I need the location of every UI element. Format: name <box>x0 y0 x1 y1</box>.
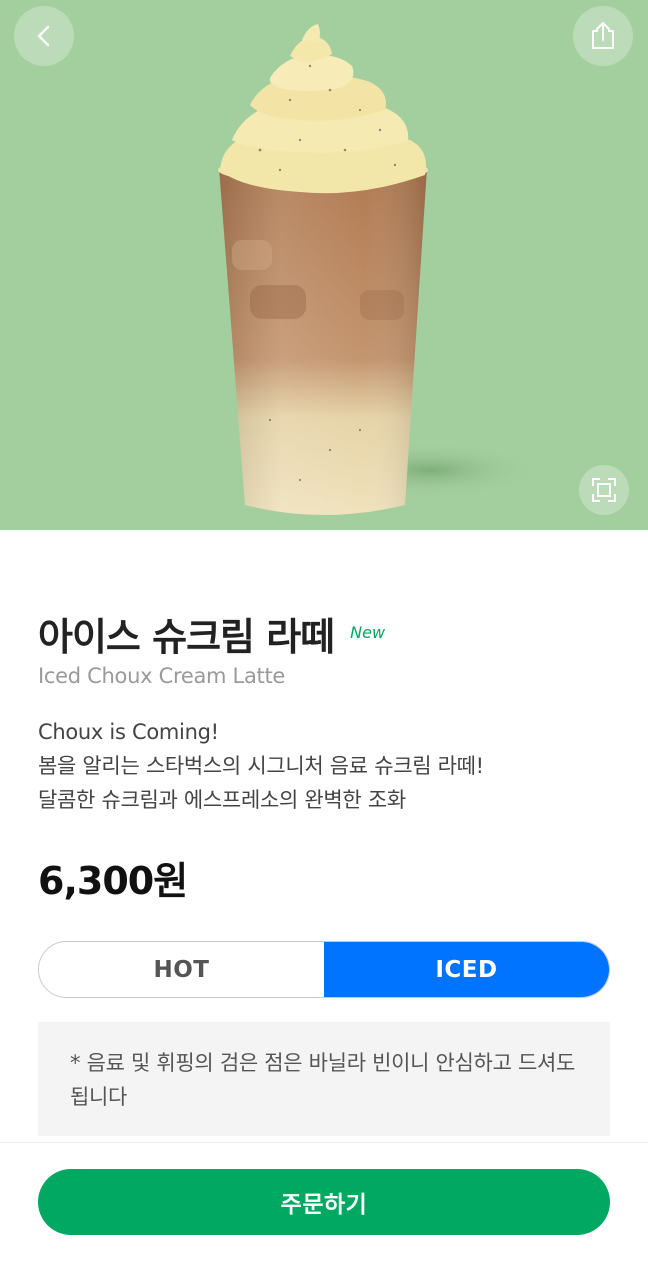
product-title-row: 아이스 슈크림 라떼 New <box>38 606 385 661</box>
divider <box>0 1142 648 1143</box>
new-badge: New <box>350 623 386 642</box>
iced-option-button[interactable]: ICED <box>324 942 609 997</box>
chevron-left-icon <box>37 25 50 47</box>
order-button[interactable]: 주문하기 <box>38 1169 610 1235</box>
drink-illustration <box>0 0 648 530</box>
product-name: 아이스 슈크림 라떼 <box>38 615 335 659</box>
back-button[interactable] <box>14 6 74 66</box>
hot-option-button[interactable]: HOT <box>39 942 324 997</box>
temperature-toggle: HOT ICED <box>38 941 610 998</box>
product-price: 6,300원 <box>38 859 188 903</box>
product-english-name: Iced Choux Cream Latte <box>38 664 286 688</box>
product-image <box>0 0 648 530</box>
share-icon <box>592 22 614 49</box>
description-line: 봄을 알리는 스타벅스의 시그니처 음료 슈크림 라떼! <box>38 754 484 778</box>
expand-image-button[interactable] <box>579 465 629 515</box>
product-description: Choux is Coming! 봄을 알리는 스타벅스의 시그니처 음료 슈크… <box>38 715 618 817</box>
description-line: Choux is Coming! <box>38 720 219 744</box>
vanilla-bean-notice: * 음료 및 휘핑의 검은 점은 바닐라 빈이니 안심하고 드셔도 됩니다 <box>38 1022 610 1136</box>
expand-icon <box>592 478 616 502</box>
description-line: 달콤한 슈크림과 에스프레소의 완벽한 조화 <box>38 788 406 812</box>
share-button[interactable] <box>573 6 633 66</box>
